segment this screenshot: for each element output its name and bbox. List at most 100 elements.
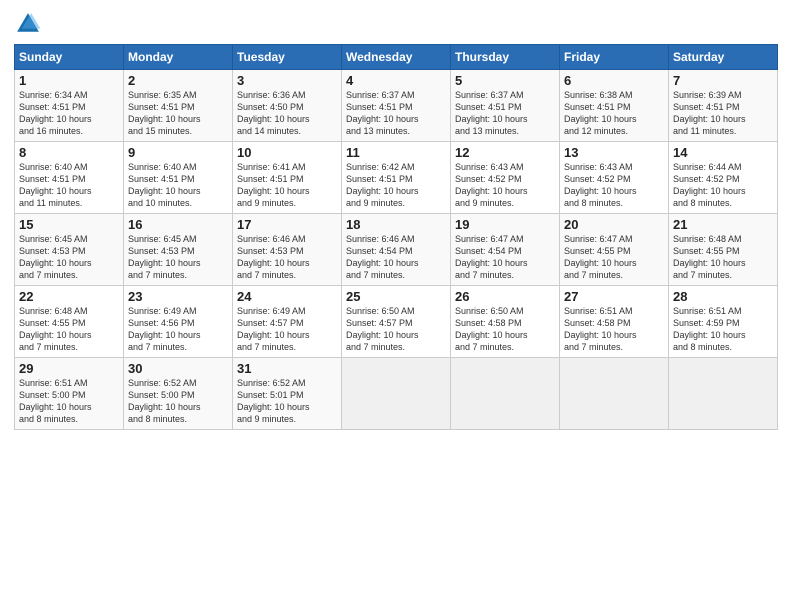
day-info: Sunrise: 6:51 AM Sunset: 4:59 PM Dayligh…: [673, 305, 773, 354]
day-info: Sunrise: 6:43 AM Sunset: 4:52 PM Dayligh…: [564, 161, 664, 210]
main-container: SundayMondayTuesdayWednesdayThursdayFrid…: [0, 0, 792, 438]
calendar-cell: 12Sunrise: 6:43 AM Sunset: 4:52 PM Dayli…: [451, 142, 560, 214]
day-info: Sunrise: 6:48 AM Sunset: 4:55 PM Dayligh…: [673, 233, 773, 282]
day-header-saturday: Saturday: [669, 45, 778, 70]
day-info: Sunrise: 6:44 AM Sunset: 4:52 PM Dayligh…: [673, 161, 773, 210]
day-info: Sunrise: 6:46 AM Sunset: 4:53 PM Dayligh…: [237, 233, 337, 282]
calendar-cell: 26Sunrise: 6:50 AM Sunset: 4:58 PM Dayli…: [451, 286, 560, 358]
day-number: 8: [19, 145, 119, 160]
day-info: Sunrise: 6:46 AM Sunset: 4:54 PM Dayligh…: [346, 233, 446, 282]
calendar-cell: [669, 358, 778, 430]
day-number: 20: [564, 217, 664, 232]
calendar-cell: 20Sunrise: 6:47 AM Sunset: 4:55 PM Dayli…: [560, 214, 669, 286]
day-info: Sunrise: 6:48 AM Sunset: 4:55 PM Dayligh…: [19, 305, 119, 354]
calendar-week-1: 1Sunrise: 6:34 AM Sunset: 4:51 PM Daylig…: [15, 70, 778, 142]
day-info: Sunrise: 6:36 AM Sunset: 4:50 PM Dayligh…: [237, 89, 337, 138]
day-number: 4: [346, 73, 446, 88]
calendar-cell: 25Sunrise: 6:50 AM Sunset: 4:57 PM Dayli…: [342, 286, 451, 358]
calendar-cell: 5Sunrise: 6:37 AM Sunset: 4:51 PM Daylig…: [451, 70, 560, 142]
day-number: 30: [128, 361, 228, 376]
calendar-cell: 2Sunrise: 6:35 AM Sunset: 4:51 PM Daylig…: [124, 70, 233, 142]
calendar-week-3: 15Sunrise: 6:45 AM Sunset: 4:53 PM Dayli…: [15, 214, 778, 286]
day-header-tuesday: Tuesday: [233, 45, 342, 70]
day-number: 3: [237, 73, 337, 88]
calendar-cell: 30Sunrise: 6:52 AM Sunset: 5:00 PM Dayli…: [124, 358, 233, 430]
day-info: Sunrise: 6:49 AM Sunset: 4:57 PM Dayligh…: [237, 305, 337, 354]
day-info: Sunrise: 6:41 AM Sunset: 4:51 PM Dayligh…: [237, 161, 337, 210]
calendar-cell: 29Sunrise: 6:51 AM Sunset: 5:00 PM Dayli…: [15, 358, 124, 430]
day-info: Sunrise: 6:47 AM Sunset: 4:54 PM Dayligh…: [455, 233, 555, 282]
day-number: 26: [455, 289, 555, 304]
calendar-header-row: SundayMondayTuesdayWednesdayThursdayFrid…: [15, 45, 778, 70]
calendar-cell: 31Sunrise: 6:52 AM Sunset: 5:01 PM Dayli…: [233, 358, 342, 430]
calendar-cell: 24Sunrise: 6:49 AM Sunset: 4:57 PM Dayli…: [233, 286, 342, 358]
day-number: 21: [673, 217, 773, 232]
day-number: 5: [455, 73, 555, 88]
day-number: 23: [128, 289, 228, 304]
day-number: 31: [237, 361, 337, 376]
day-header-wednesday: Wednesday: [342, 45, 451, 70]
day-number: 9: [128, 145, 228, 160]
calendar-cell: 11Sunrise: 6:42 AM Sunset: 4:51 PM Dayli…: [342, 142, 451, 214]
day-info: Sunrise: 6:43 AM Sunset: 4:52 PM Dayligh…: [455, 161, 555, 210]
calendar-table: SundayMondayTuesdayWednesdayThursdayFrid…: [14, 44, 778, 430]
day-info: Sunrise: 6:51 AM Sunset: 4:58 PM Dayligh…: [564, 305, 664, 354]
calendar-cell: 21Sunrise: 6:48 AM Sunset: 4:55 PM Dayli…: [669, 214, 778, 286]
day-number: 12: [455, 145, 555, 160]
calendar-cell: 18Sunrise: 6:46 AM Sunset: 4:54 PM Dayli…: [342, 214, 451, 286]
day-number: 13: [564, 145, 664, 160]
calendar-cell: [451, 358, 560, 430]
day-number: 17: [237, 217, 337, 232]
day-info: Sunrise: 6:40 AM Sunset: 4:51 PM Dayligh…: [19, 161, 119, 210]
calendar-cell: 9Sunrise: 6:40 AM Sunset: 4:51 PM Daylig…: [124, 142, 233, 214]
calendar-cell: 1Sunrise: 6:34 AM Sunset: 4:51 PM Daylig…: [15, 70, 124, 142]
day-number: 24: [237, 289, 337, 304]
day-info: Sunrise: 6:37 AM Sunset: 4:51 PM Dayligh…: [455, 89, 555, 138]
calendar-cell: 19Sunrise: 6:47 AM Sunset: 4:54 PM Dayli…: [451, 214, 560, 286]
calendar-cell: 10Sunrise: 6:41 AM Sunset: 4:51 PM Dayli…: [233, 142, 342, 214]
day-header-friday: Friday: [560, 45, 669, 70]
day-info: Sunrise: 6:45 AM Sunset: 4:53 PM Dayligh…: [19, 233, 119, 282]
day-header-sunday: Sunday: [15, 45, 124, 70]
day-info: Sunrise: 6:47 AM Sunset: 4:55 PM Dayligh…: [564, 233, 664, 282]
calendar-cell: 14Sunrise: 6:44 AM Sunset: 4:52 PM Dayli…: [669, 142, 778, 214]
logo: [14, 10, 44, 38]
day-number: 18: [346, 217, 446, 232]
day-number: 27: [564, 289, 664, 304]
calendar-cell: 15Sunrise: 6:45 AM Sunset: 4:53 PM Dayli…: [15, 214, 124, 286]
day-info: Sunrise: 6:49 AM Sunset: 4:56 PM Dayligh…: [128, 305, 228, 354]
calendar-cell: 22Sunrise: 6:48 AM Sunset: 4:55 PM Dayli…: [15, 286, 124, 358]
header-row: [14, 10, 778, 38]
calendar-week-5: 29Sunrise: 6:51 AM Sunset: 5:00 PM Dayli…: [15, 358, 778, 430]
day-number: 7: [673, 73, 773, 88]
calendar-week-2: 8Sunrise: 6:40 AM Sunset: 4:51 PM Daylig…: [15, 142, 778, 214]
day-number: 1: [19, 73, 119, 88]
day-info: Sunrise: 6:42 AM Sunset: 4:51 PM Dayligh…: [346, 161, 446, 210]
day-number: 10: [237, 145, 337, 160]
calendar-cell: 13Sunrise: 6:43 AM Sunset: 4:52 PM Dayli…: [560, 142, 669, 214]
day-info: Sunrise: 6:37 AM Sunset: 4:51 PM Dayligh…: [346, 89, 446, 138]
day-header-monday: Monday: [124, 45, 233, 70]
day-info: Sunrise: 6:50 AM Sunset: 4:58 PM Dayligh…: [455, 305, 555, 354]
calendar-cell: 28Sunrise: 6:51 AM Sunset: 4:59 PM Dayli…: [669, 286, 778, 358]
calendar-cell: [342, 358, 451, 430]
day-info: Sunrise: 6:39 AM Sunset: 4:51 PM Dayligh…: [673, 89, 773, 138]
day-number: 2: [128, 73, 228, 88]
day-number: 14: [673, 145, 773, 160]
day-number: 16: [128, 217, 228, 232]
calendar-cell: [560, 358, 669, 430]
day-info: Sunrise: 6:52 AM Sunset: 5:01 PM Dayligh…: [237, 377, 337, 426]
day-number: 22: [19, 289, 119, 304]
day-number: 28: [673, 289, 773, 304]
day-number: 25: [346, 289, 446, 304]
calendar-cell: 16Sunrise: 6:45 AM Sunset: 4:53 PM Dayli…: [124, 214, 233, 286]
day-info: Sunrise: 6:35 AM Sunset: 4:51 PM Dayligh…: [128, 89, 228, 138]
day-info: Sunrise: 6:45 AM Sunset: 4:53 PM Dayligh…: [128, 233, 228, 282]
logo-icon: [14, 10, 42, 38]
day-info: Sunrise: 6:51 AM Sunset: 5:00 PM Dayligh…: [19, 377, 119, 426]
calendar-cell: 27Sunrise: 6:51 AM Sunset: 4:58 PM Dayli…: [560, 286, 669, 358]
calendar-cell: 7Sunrise: 6:39 AM Sunset: 4:51 PM Daylig…: [669, 70, 778, 142]
day-info: Sunrise: 6:50 AM Sunset: 4:57 PM Dayligh…: [346, 305, 446, 354]
day-number: 6: [564, 73, 664, 88]
calendar-cell: 4Sunrise: 6:37 AM Sunset: 4:51 PM Daylig…: [342, 70, 451, 142]
